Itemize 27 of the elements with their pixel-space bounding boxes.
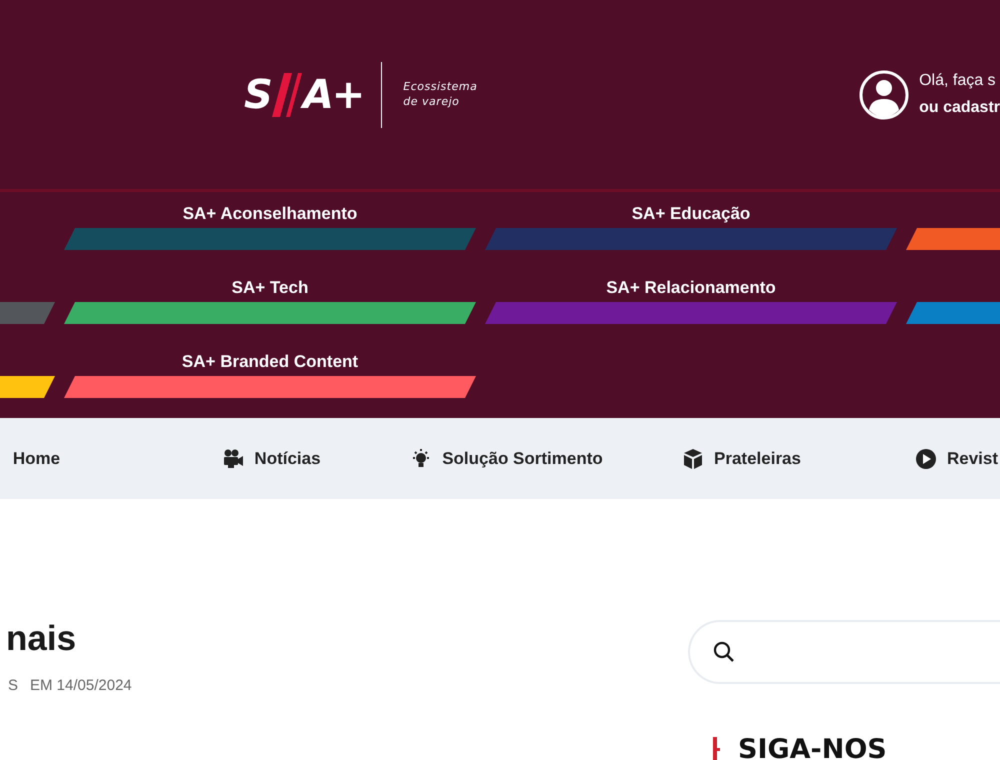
category-link[interactable]: SA+ Aconselhamento — [182, 202, 358, 228]
logo-letter: A+ — [302, 74, 364, 114]
nav-link[interactable]: Notícias — [254, 448, 321, 468]
nav-link[interactable]: Solução Sortimento — [442, 448, 603, 468]
box-icon — [682, 448, 704, 470]
search-icon — [712, 640, 736, 664]
signup-link[interactable]: ou cadastr — [919, 99, 1000, 117]
play-icon — [914, 448, 937, 470]
user-icon — [859, 70, 910, 120]
publish-date: EM 14/05/2024 — [30, 677, 132, 694]
article-title: nais — [6, 619, 78, 659]
nav-link[interactable]: Home — [12, 448, 60, 468]
tagline: Ecossistema de varejo — [403, 80, 478, 109]
category-link[interactable]: SA+ Relacionamento — [606, 276, 776, 302]
video-camera-icon — [222, 448, 244, 470]
heading-marker-icon — [713, 736, 721, 760]
login-link[interactable]: Olá, faça s — [919, 72, 1000, 90]
nav-link[interactable]: Prateleiras — [714, 448, 801, 468]
nav-link[interactable]: Revist — [946, 448, 998, 468]
author-name: S — [8, 677, 18, 694]
category-link[interactable]: SA+ Tech — [232, 276, 308, 302]
section-heading: SIGA-NOS — [738, 734, 887, 760]
search-field[interactable] — [688, 620, 1000, 684]
logo-stripes-icon — [272, 72, 302, 116]
category-link[interactable]: SA+ Branded Content — [182, 350, 358, 376]
category-link[interactable]: SA+ Educação — [632, 202, 750, 228]
logo-letter: S — [244, 74, 271, 114]
